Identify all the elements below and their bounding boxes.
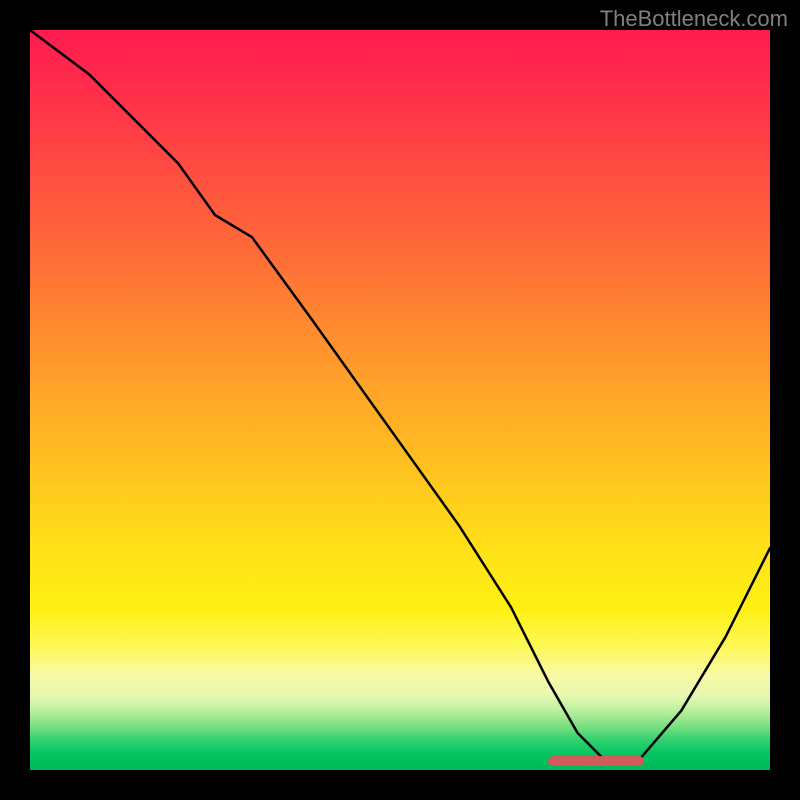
optimal-range-marker — [548, 756, 644, 766]
chart-plot-area — [30, 30, 770, 770]
watermark-text: TheBottleneck.com — [600, 6, 788, 32]
bottleneck-curve — [30, 30, 770, 770]
